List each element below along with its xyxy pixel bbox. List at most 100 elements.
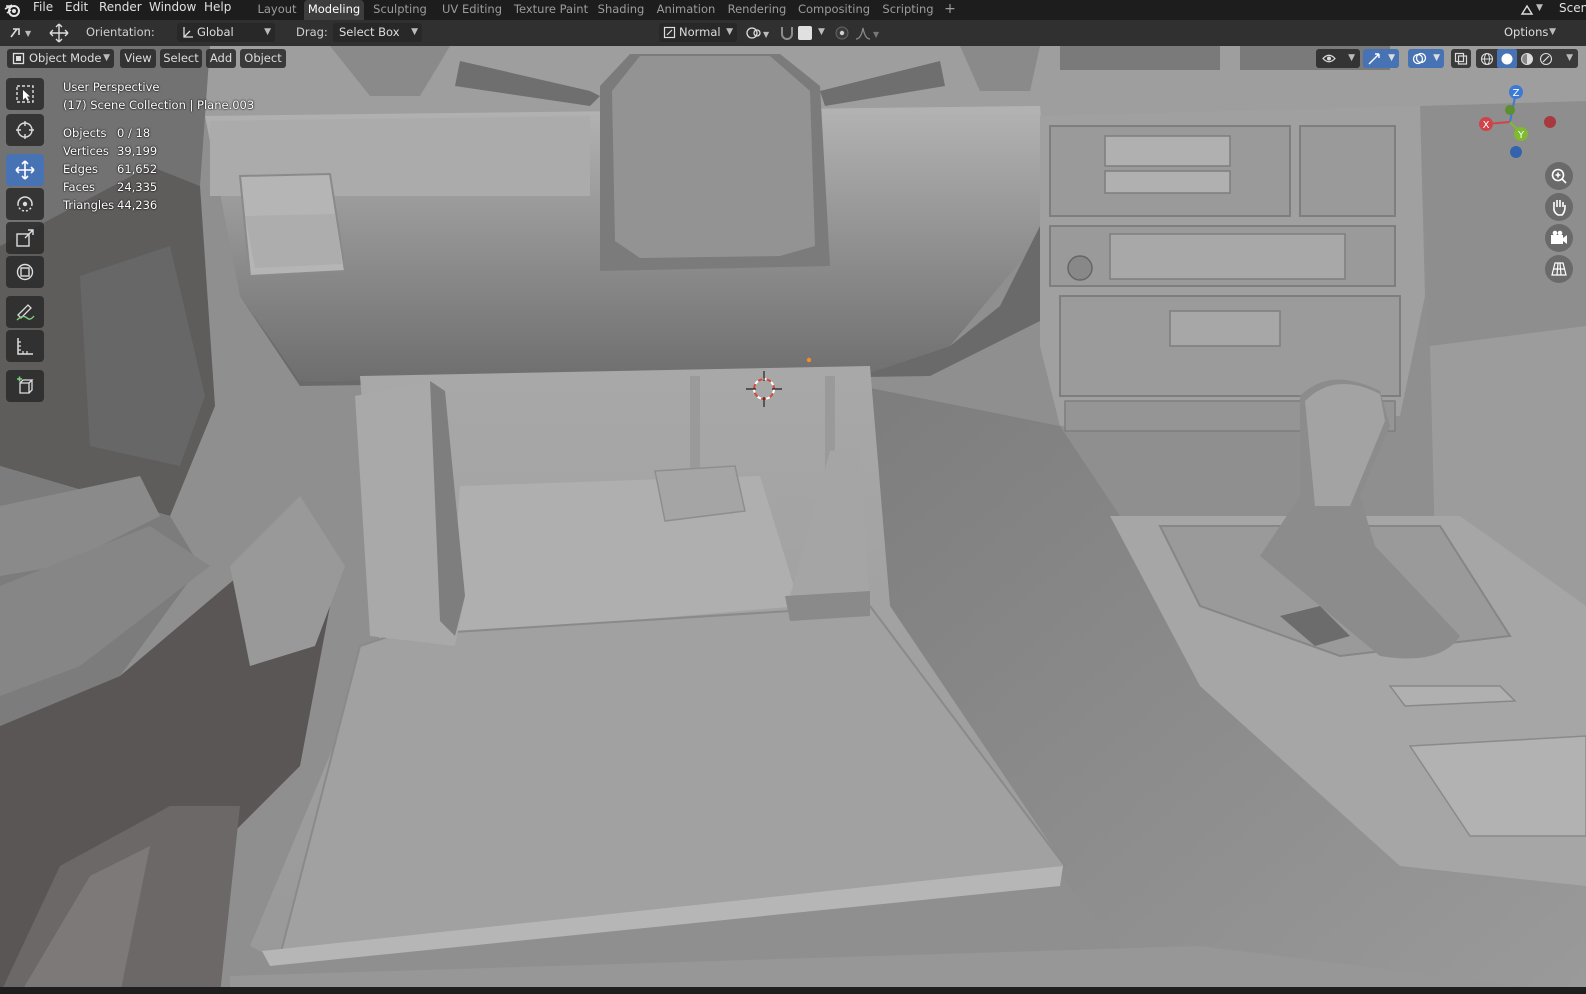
object-mode-icon [12,52,25,65]
object-menu[interactable]: Object [240,49,286,68]
menu-render[interactable]: Render [99,0,142,18]
pivot-dropdown[interactable]: Normal ▼ [659,23,737,42]
menu-help[interactable]: Help [204,0,231,18]
visibility-dropdown[interactable]: ▼ [1316,49,1360,68]
rotate-tool[interactable] [6,188,44,220]
tool-header: ▼ Orientation: Global ▼ Drag: Select Box… [0,20,1586,46]
falloff-curve-icon[interactable]: ▼ [854,25,884,41]
measure-tool[interactable] [6,330,44,362]
chevron-down-icon: ▼ [1433,53,1440,63]
transform-tool[interactable] [6,256,44,288]
annotate-icon [16,304,35,321]
zoom-button[interactable] [1545,162,1573,190]
gizmo-z-axis[interactable]: Z [1509,85,1523,99]
add-menu[interactable]: Add [206,49,236,68]
stat-label: Triangles [63,198,115,212]
tab-scripting[interactable]: Scripting [877,0,939,20]
eye-icon [1322,54,1336,63]
move-icon [15,160,35,180]
tab-uv-editing[interactable]: UV Editing [436,0,508,20]
tab-sculpting[interactable]: Sculpting [369,0,431,20]
camera-view-button[interactable] [1545,224,1573,252]
add-workspace-button[interactable]: + [940,0,960,20]
measure-icon [17,338,33,355]
scale-tool[interactable] [6,222,44,254]
tab-animation[interactable]: Animation [652,0,720,20]
drag-dropdown[interactable]: Select Box ▼ [333,23,422,42]
tab-compositing[interactable]: Compositing [795,0,873,20]
svg-text:▼: ▼ [25,29,32,38]
3d-viewport[interactable] [0,46,1586,994]
chevron-down-icon: ▼ [411,27,418,37]
perspective-label: User Perspective [63,80,160,94]
scene-icon [1520,4,1534,15]
snap-pivot-icon[interactable]: ▼ [744,25,774,41]
select-box-tool[interactable] [6,78,44,110]
gizmo-icon [1368,53,1380,65]
zoom-icon [1551,168,1567,184]
tab-modeling[interactable]: Modeling [304,0,364,20]
scene-name[interactable]: Scen [1559,1,1586,15]
snap-element-icon[interactable] [798,26,812,40]
menu-edit[interactable]: Edit [65,0,88,18]
select-box-icon [16,85,34,103]
svg-text:▼: ▼ [873,30,880,39]
snap-magnet-icon[interactable] [778,24,796,42]
tab-texture-paint[interactable]: Texture Paint [512,0,590,20]
wireframe-shading-icon[interactable] [1480,52,1494,66]
transform-icon [16,263,34,281]
svg-text:X: X [1483,120,1490,131]
orientation-dropdown[interactable]: Global ▼ [177,23,275,42]
view-menu[interactable]: View [120,49,156,68]
orientation-label: Orientation: [86,25,155,39]
chevron-down-icon: ▼ [1348,53,1355,63]
tab-shading[interactable]: Shading [594,0,648,20]
cursor-tool[interactable] [6,114,44,146]
menu-window[interactable]: Window [149,0,196,18]
perspective-toggle-button[interactable] [1545,255,1573,283]
solid-shading-button[interactable] [1497,49,1517,68]
xray-icon [1454,52,1468,65]
pan-button[interactable] [1545,193,1573,221]
mode-dropdown[interactable]: Object Mode ▼ [7,49,114,68]
drag-label: Drag: [296,25,328,39]
gizmo-x-axis[interactable]: X [1479,117,1493,131]
gizmo-y-axis[interactable]: Y [1514,127,1528,141]
chevron-down-icon: ▼ [103,53,110,63]
proportional-edit-icon[interactable] [834,25,850,41]
camera-icon [1551,230,1567,244]
gizmo-toggle[interactable]: ▼ [1363,49,1399,68]
stat-label: Objects [63,126,107,140]
drag-value: Select Box [339,25,400,39]
select-menu[interactable]: Select [160,49,202,68]
chevron-down-icon[interactable]: ▼ [818,27,825,37]
annotate-tool[interactable] [6,296,44,328]
rotate-icon [17,196,33,212]
grid-perspective-icon [1551,262,1567,276]
transform-orientation-icon [663,26,676,39]
collection-label: (17) Scene Collection | Plane.003 [63,98,255,112]
solid-shading-icon [1501,53,1513,65]
viewport-header: Object Mode ▼ View Select Add Object ▼ ▼… [0,46,1586,70]
svg-text:Z: Z [1513,88,1520,99]
chevron-down-icon: ▼ [1549,27,1556,37]
stat-value: 61,652 [117,162,158,176]
menu-file[interactable]: File [33,0,53,18]
editor-type-icon[interactable]: ▼ [8,25,36,41]
top-bar: File Edit Render Window Help Layout Mode… [0,0,1586,20]
navigation-gizmo[interactable]: Z X Y [1474,82,1562,162]
blender-logo-icon[interactable] [4,1,22,19]
move-tool[interactable] [6,154,44,186]
shading-mode-group[interactable]: ▼ [1476,49,1578,68]
rendered-shading-icon[interactable] [1539,52,1553,66]
tab-rendering[interactable]: Rendering [724,0,790,20]
overlay-toggle[interactable]: ▼ [1408,49,1444,68]
material-shading-icon[interactable] [1520,52,1534,66]
add-cube-icon [17,376,34,394]
chevron-down-icon: ▼ [726,27,733,37]
move-tool-icon[interactable] [48,23,70,43]
options-dropdown[interactable]: Options ▼ [1496,23,1560,42]
xray-toggle[interactable] [1451,49,1471,68]
tab-layout[interactable]: Layout [252,0,302,20]
add-cube-tool[interactable] [6,370,44,402]
